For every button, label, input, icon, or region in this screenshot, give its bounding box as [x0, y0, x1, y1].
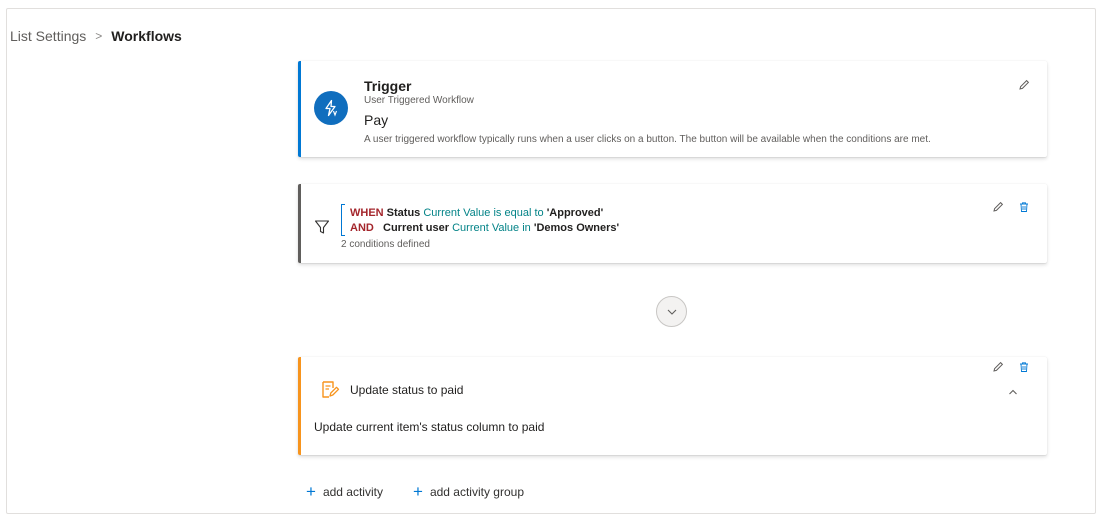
edit-condition-button[interactable]	[990, 199, 1006, 215]
trigger-name: Pay	[364, 112, 389, 128]
condition-value: 'Approved'	[546, 207, 604, 219]
activity-card: Update status to paid Update current ite…	[298, 357, 1047, 455]
condition-operator: Current Value is equal to	[423, 207, 544, 219]
lightning-icon	[314, 91, 348, 125]
breadcrumb-list-settings[interactable]: List Settings	[10, 28, 86, 44]
condition-line-2: AND Current user Current Value in 'Demos…	[350, 221, 619, 236]
condition-keyword: WHEN	[350, 207, 384, 219]
breadcrumb-separator: >	[95, 29, 103, 43]
plus-icon: +	[306, 482, 316, 501]
pencil-icon	[993, 361, 1004, 372]
condition-card: WHEN Status Current Value is equal to 'A…	[298, 184, 1047, 263]
trash-icon	[1020, 202, 1028, 212]
edit-trigger-button[interactable]	[1016, 77, 1032, 93]
trigger-title: Trigger	[364, 78, 412, 94]
add-activity-button[interactable]: + add activity	[306, 482, 383, 501]
trigger-type: User Triggered Workflow	[364, 95, 474, 106]
condition-count: 2 conditions defined	[341, 239, 430, 250]
edit-activity-button[interactable]	[990, 359, 1006, 375]
edit-document-icon	[320, 380, 340, 405]
add-activity-group-label: add activity group	[429, 485, 524, 499]
trash-icon	[1020, 362, 1028, 372]
delete-condition-button[interactable]	[1016, 199, 1032, 215]
add-activity-group-button[interactable]: + add activity group	[413, 482, 524, 501]
breadcrumb-current: Workflows	[111, 28, 182, 44]
condition-field: Status	[386, 207, 421, 219]
trigger-details: Trigger User Triggered Workflow Pay A us…	[364, 78, 931, 146]
plus-icon: +	[413, 482, 423, 501]
activity-title: Update status to paid	[350, 383, 464, 397]
condition-line-1: WHEN Status Current Value is equal to 'A…	[350, 206, 619, 221]
pencil-icon	[993, 201, 1004, 212]
expand-chevron-button[interactable]	[656, 296, 687, 327]
condition-operator: Current Value in	[452, 222, 531, 234]
chevron-up-icon	[1009, 389, 1017, 395]
breadcrumb: List Settings > Workflows	[10, 28, 182, 44]
condition-field: Current user	[383, 222, 450, 234]
condition-lines: WHEN Status Current Value is equal to 'A…	[350, 206, 619, 236]
activity-description: Update current item's status column to p…	[314, 420, 545, 434]
chevron-down-icon	[667, 309, 676, 315]
filter-icon	[314, 219, 330, 240]
collapse-activity-button[interactable]	[1005, 384, 1021, 400]
condition-value: 'Demos Owners'	[533, 222, 620, 234]
trigger-description: A user triggered workflow typically runs…	[364, 134, 931, 145]
delete-activity-button[interactable]	[1016, 359, 1032, 375]
condition-keyword: AND	[350, 222, 374, 234]
condition-bracket	[341, 204, 345, 236]
add-activity-label: add activity	[322, 485, 383, 499]
trigger-card: Trigger User Triggered Workflow Pay A us…	[298, 61, 1047, 157]
pencil-icon	[1019, 79, 1030, 90]
